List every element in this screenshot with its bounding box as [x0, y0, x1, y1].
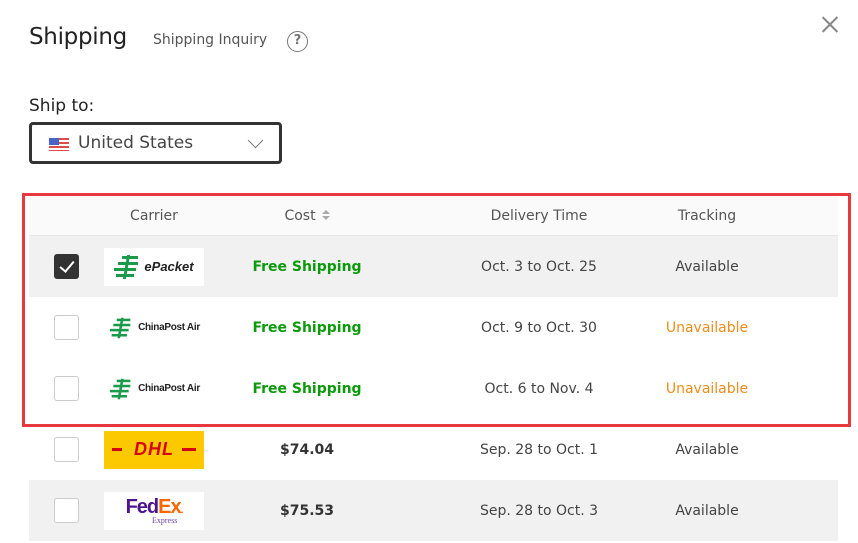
table-row[interactable]: DHL $74.04 Sep. 28 to Oct. 1 Available	[29, 419, 838, 480]
tracking-status: Available	[675, 441, 739, 458]
cost-value: Free Shipping	[252, 258, 362, 275]
cost-value: $74.04	[279, 441, 335, 458]
column-header-delivery-time-label: Delivery Time	[490, 207, 588, 224]
table-row[interactable]: ePacket Free Shipping Oct. 3 to Oct. 25 …	[29, 236, 838, 297]
tracking-status: Unavailable	[665, 380, 749, 397]
country-select[interactable]: United States	[29, 122, 282, 164]
dhl-logo: DHL	[104, 430, 204, 469]
carrier-name: ePacket	[144, 259, 194, 274]
row-checkbox[interactable]	[53, 437, 79, 462]
chinapost-air-logo: ChinaPost Air	[104, 370, 204, 408]
row-checkbox[interactable]	[53, 376, 79, 401]
column-header-cost-label: Cost	[284, 207, 316, 224]
delivery-time: Sep. 28 to Oct. 1	[479, 441, 599, 458]
chinapost-air-logo: ChinaPost Air	[104, 309, 204, 347]
china-post-icon	[110, 316, 132, 338]
cost-value: Free Shipping	[252, 380, 362, 397]
fedex-logo: FedEx. Express	[104, 491, 204, 530]
delivery-time: Sep. 28 to Oct. 3	[479, 502, 599, 519]
help-icon[interactable]: ?	[287, 31, 308, 52]
carrier-name: ChinaPost Air	[138, 322, 200, 333]
us-flag-icon	[49, 138, 69, 151]
tracking-status: Available	[675, 502, 739, 519]
column-header-tracking: Tracking	[637, 196, 777, 235]
chevron-down-icon	[247, 132, 264, 149]
epacket-logo: ePacket	[104, 247, 204, 286]
cost-value: Free Shipping	[252, 319, 362, 336]
delivery-time: Oct. 3 to Oct. 25	[481, 258, 597, 275]
table-row[interactable]: FedEx. Express $75.53 Sep. 28 to Oct. 3 …	[29, 480, 838, 541]
close-icon[interactable]	[820, 14, 840, 34]
sort-icon[interactable]	[321, 210, 330, 221]
delivery-time: Oct. 9 to Oct. 30	[481, 319, 597, 336]
column-header-tracking-label: Tracking	[677, 207, 737, 224]
row-checkbox[interactable]	[53, 498, 79, 523]
tracking-status: Unavailable	[665, 319, 749, 336]
table-row[interactable]: ChinaPost Air Free Shipping Oct. 9 to Oc…	[29, 297, 838, 358]
carrier-name: DHL	[134, 439, 174, 459]
delivery-time: Oct. 6 to Nov. 4	[484, 380, 594, 397]
table-row[interactable]: ChinaPost Air Free Shipping Oct. 6 to No…	[29, 358, 838, 419]
tracking-status: Available	[675, 258, 739, 275]
row-checkbox[interactable]	[53, 315, 79, 340]
table-header: Carrier Cost Delivery Time Tracking	[29, 196, 838, 236]
carrier-name: ChinaPost Air	[138, 383, 200, 394]
column-header-delivery-time: Delivery Time	[459, 196, 619, 235]
page-title: Shipping	[29, 24, 127, 50]
shipping-inquiry-link[interactable]: Shipping Inquiry	[153, 32, 267, 48]
column-header-cost[interactable]: Cost	[247, 196, 367, 235]
shipping-table: Carrier Cost Delivery Time Tracking ePac…	[29, 196, 838, 541]
carrier-subname: Express	[152, 515, 178, 525]
china-post-icon	[110, 377, 132, 399]
column-header-carrier: Carrier	[103, 196, 205, 235]
carrier-name: FedEx.	[125, 495, 184, 518]
row-checkbox[interactable]	[53, 254, 79, 279]
country-select-value: United States	[78, 133, 194, 153]
cost-value: $75.53	[279, 502, 335, 519]
column-header-carrier-label: Carrier	[130, 207, 178, 224]
ship-to-label: Ship to:	[29, 96, 95, 116]
china-post-icon	[114, 254, 140, 280]
